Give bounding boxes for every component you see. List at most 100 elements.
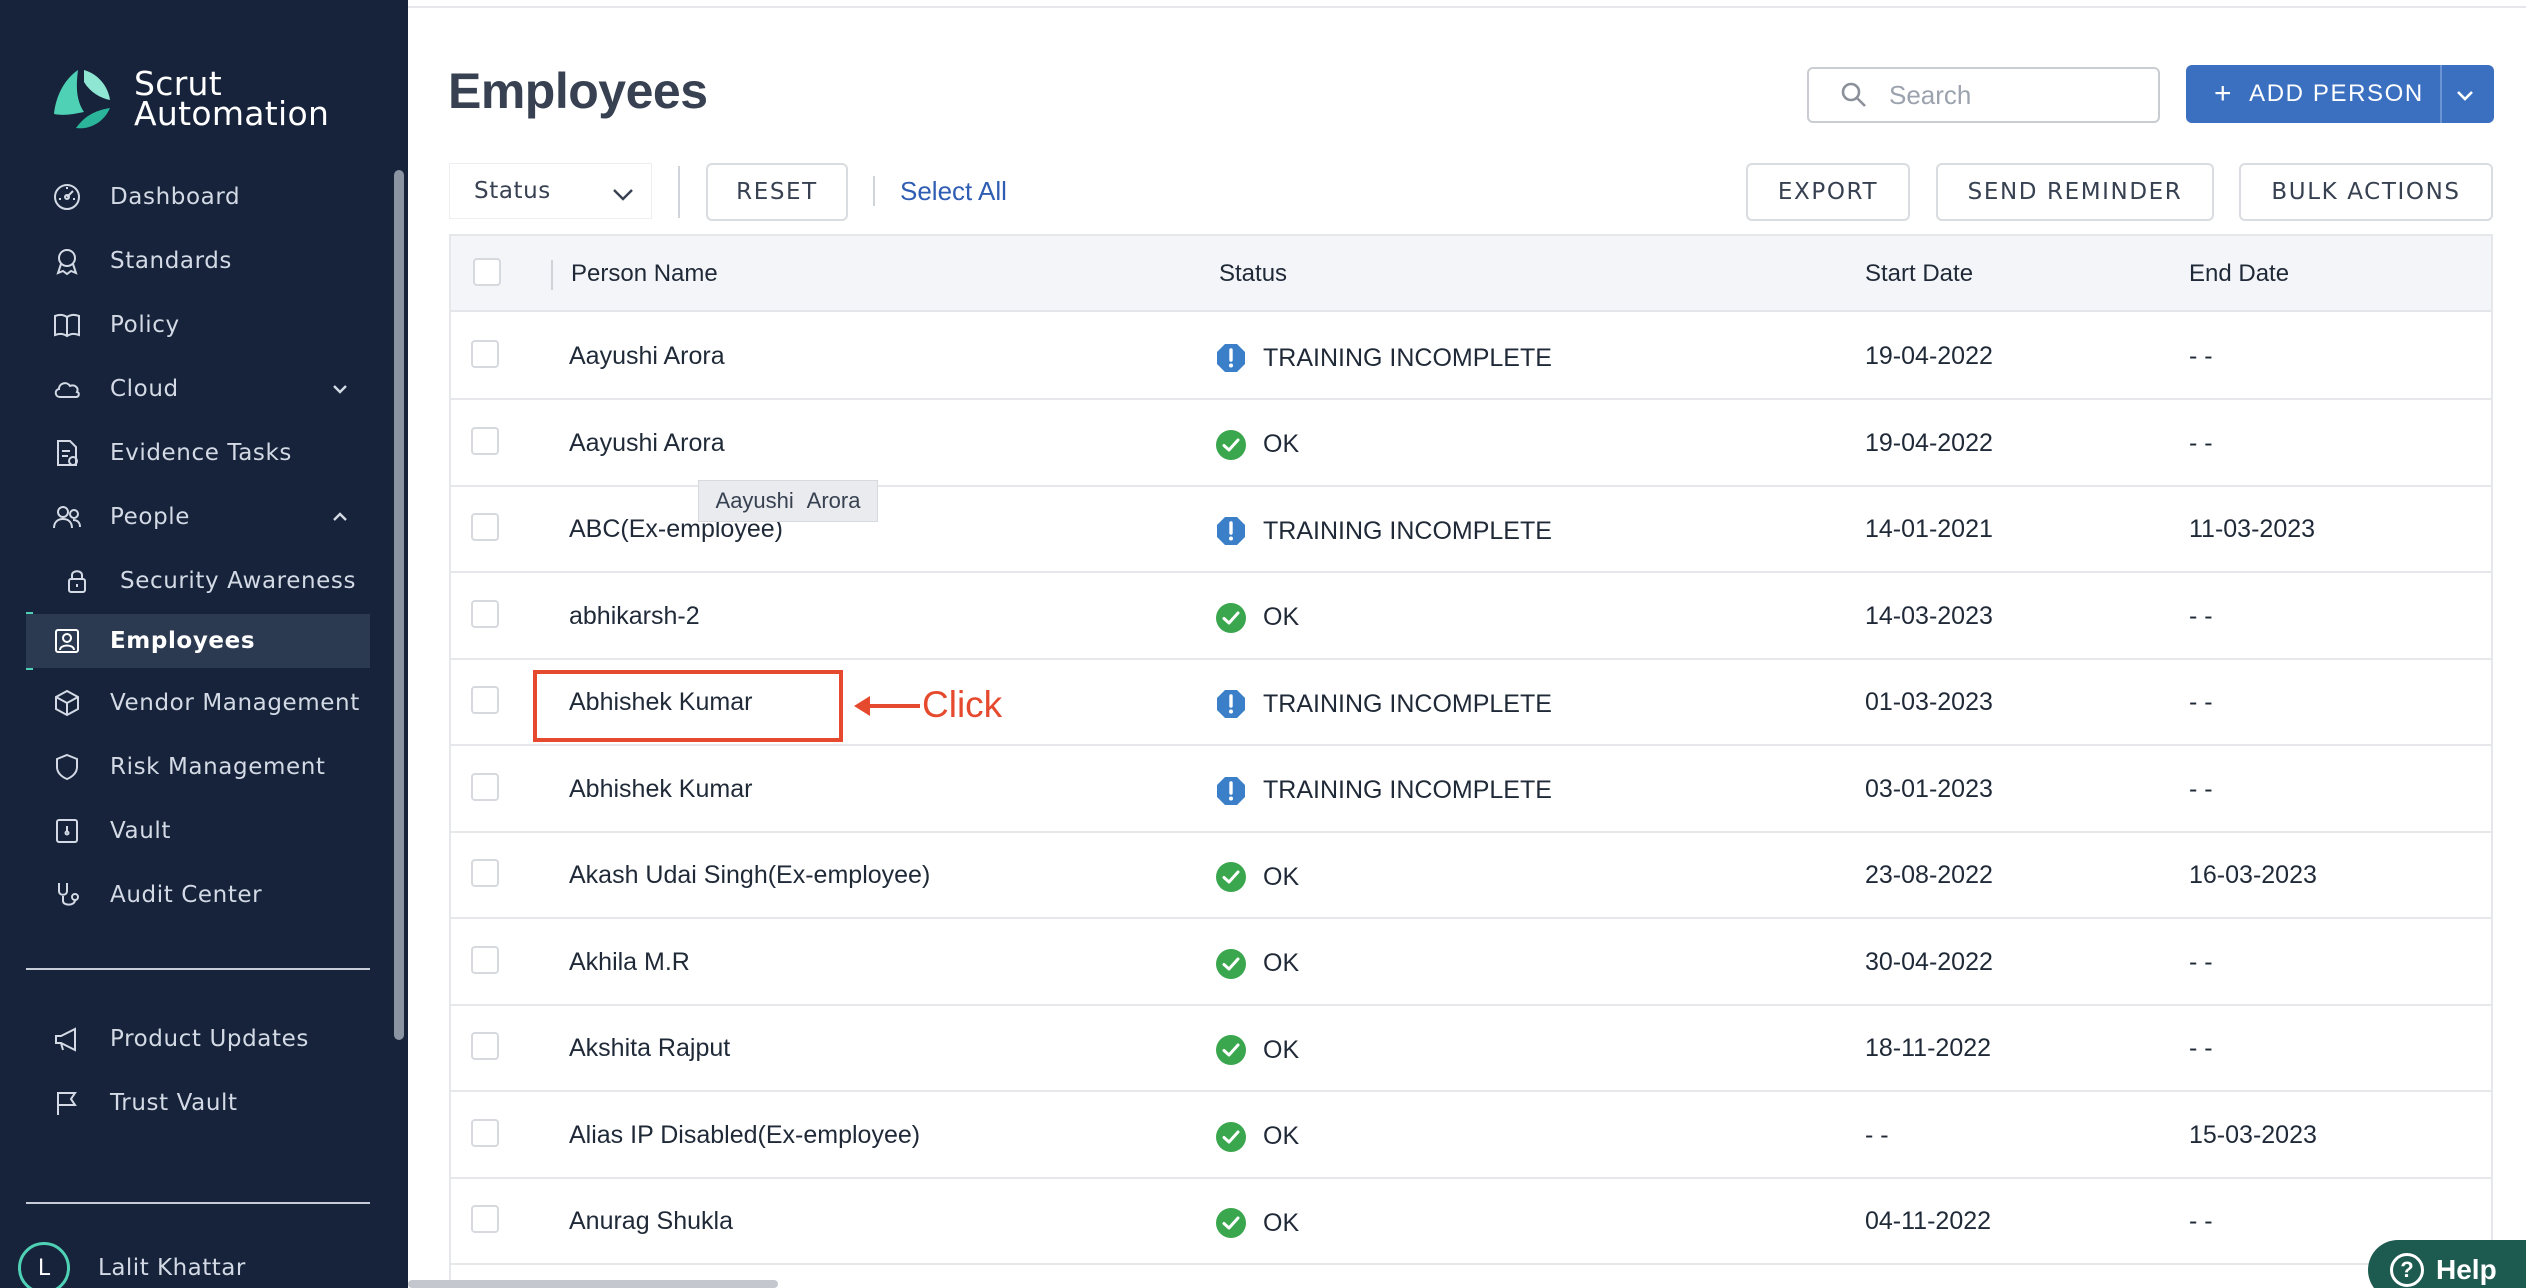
- sidebar-scrollbar[interactable]: [394, 170, 404, 1040]
- status-cell: OK: [1215, 602, 1299, 634]
- status-cell: TRAINING INCOMPLETE: [1215, 688, 1552, 720]
- bulk-actions-button[interactable]: BULK ACTIONS: [2239, 163, 2493, 221]
- person-name[interactable]: abhikarsh-2: [569, 602, 700, 631]
- row-checkbox[interactable]: [471, 513, 499, 541]
- status-text: TRAINING INCOMPLETE: [1263, 343, 1552, 372]
- help-button[interactable]: ? Help: [2368, 1240, 2526, 1288]
- export-button[interactable]: EXPORT: [1746, 163, 1910, 221]
- status-cell: TRAINING INCOMPLETE: [1215, 342, 1552, 374]
- sidebar-item-standards[interactable]: Standards: [26, 234, 370, 288]
- select-all-checkbox[interactable]: [473, 258, 501, 286]
- dashboard-icon: [50, 180, 84, 214]
- sidebar-item-label: Product Updates: [110, 1026, 309, 1052]
- check-circle-icon: [1215, 948, 1247, 980]
- status-cell: OK: [1215, 429, 1299, 461]
- megaphone-icon: [50, 1022, 84, 1056]
- search-box[interactable]: [1807, 67, 2160, 123]
- table-row[interactable]: Abhishek Kumar TRAINING INCOMPLETE 03-01-2…: [451, 747, 2491, 833]
- sidebar-divider: [26, 1202, 370, 1204]
- chevron-down-icon[interactable]: [330, 379, 350, 399]
- sidebar-item-vendor-management[interactable]: Vendor Management: [26, 676, 370, 730]
- alert-octagon-icon: [1215, 688, 1247, 720]
- person-name[interactable]: Aayushi Arora: [569, 429, 725, 458]
- sidebar-item-trust-vault[interactable]: Trust Vault: [26, 1076, 370, 1130]
- person-badge-icon: [50, 624, 84, 658]
- status-text: OK: [1263, 1035, 1300, 1064]
- header-start-date[interactable]: Start Date: [1865, 260, 1973, 288]
- end-date: - -: [2189, 947, 2213, 976]
- person-name[interactable]: Anurag Shukla: [569, 1207, 733, 1236]
- row-checkbox[interactable]: [471, 945, 499, 974]
- chevron-down-icon[interactable]: [2454, 84, 2476, 106]
- top-border: [408, 6, 2526, 8]
- person-name[interactable]: Akash Udai Singh(Ex-employee): [569, 861, 930, 890]
- name-tooltip: Aayushi Arora: [698, 480, 878, 522]
- status-text: OK: [1263, 1208, 1300, 1237]
- row-checkbox[interactable]: [471, 772, 499, 801]
- end-date: - -: [2189, 1207, 2213, 1235]
- status-text: TRAINING INCOMPLETE: [1263, 776, 1552, 804]
- start-date: 03-01-2023: [1865, 774, 1993, 803]
- person-name[interactable]: Aayushi Arora: [569, 342, 725, 371]
- sidebar-item-vault[interactable]: Vault: [26, 804, 370, 858]
- sidebar-divider: [26, 968, 370, 970]
- row-checkbox[interactable]: [471, 1118, 499, 1147]
- sidebar-item-employees[interactable]: Employees: [26, 614, 370, 668]
- table-row[interactable]: abhikarsh-2 OK 14-03-2023 - -: [451, 574, 2491, 660]
- row-checkbox[interactable]: [471, 1032, 499, 1060]
- user-profile[interactable]: L Lalit Khattar: [18, 1242, 246, 1288]
- sidebar-item-dashboard[interactable]: Dashboard: [26, 170, 370, 224]
- start-date: 19-04-2022: [1865, 342, 1993, 370]
- row-checkbox[interactable]: [471, 1205, 499, 1233]
- sidebar-item-people[interactable]: People: [26, 490, 370, 544]
- brand-logo[interactable]: Scrut Automation: [46, 64, 329, 134]
- scrut-logo-icon: [54, 70, 110, 129]
- person-name[interactable]: Alias IP Disabled(Ex-employee): [569, 1121, 920, 1150]
- book-icon: [50, 308, 84, 342]
- search-input[interactable]: [1889, 79, 2129, 111]
- sidebar-item-risk-management[interactable]: Risk Management: [26, 740, 370, 794]
- header-person-name[interactable]: Person Name: [571, 260, 718, 288]
- table-row[interactable]: Aayushi Arora OK 19-04-2022 - -: [451, 401, 2491, 487]
- status-filter-select[interactable]: Status: [449, 163, 652, 219]
- check-circle-icon: [1215, 1034, 1247, 1066]
- row-checkbox[interactable]: [471, 340, 499, 368]
- row-checkbox[interactable]: [471, 426, 499, 455]
- table-row[interactable]: Akshita Rajput OK 18-11-2022 - -: [451, 1006, 2491, 1092]
- table-row[interactable]: Aayushi Arora TRAINING INCOMPLETE 19-04-20…: [451, 314, 2491, 400]
- sidebar-item-label: Trust Vault: [110, 1090, 238, 1116]
- header-status[interactable]: Status: [1219, 260, 1287, 288]
- header-end-date[interactable]: End Date: [2189, 260, 2289, 288]
- person-name[interactable]: Akshita Rajput: [569, 1034, 730, 1063]
- document-icon: [50, 436, 84, 470]
- table-row[interactable]: Alias IP Disabled(Ex-employee) OK - - 15-03…: [451, 1093, 2491, 1179]
- table-row[interactable]: Akash Udai Singh(Ex-employee) OK 23-08-202…: [451, 833, 2491, 919]
- lock-icon: [60, 564, 94, 598]
- chevron-up-icon[interactable]: [330, 507, 350, 527]
- select-all-link[interactable]: Select All: [900, 176, 1007, 207]
- person-name[interactable]: Akhila M.R: [569, 948, 690, 977]
- end-date: - -: [2189, 601, 2213, 630]
- sidebar-item-evidence-tasks[interactable]: Evidence Tasks: [26, 426, 370, 480]
- send-reminder-button[interactable]: SEND REMINDER: [1936, 163, 2214, 221]
- chevron-down-icon: [609, 180, 637, 208]
- sidebar-item-policy[interactable]: Policy: [26, 298, 370, 352]
- table-row[interactable]: Anurag Shukla OK 04-11-2022 - -: [451, 1179, 2491, 1265]
- sidebar-item-cloud[interactable]: Cloud: [26, 362, 370, 416]
- sidebar-item-product-updates[interactable]: Product Updates: [26, 1012, 370, 1066]
- table-row[interactable]: Akhila M.R OK 30-04-2022 - -: [451, 920, 2491, 1006]
- box-icon: [50, 686, 84, 720]
- add-person-button[interactable]: + ADD PERSON: [2186, 65, 2494, 123]
- row-checkbox[interactable]: [471, 859, 499, 887]
- row-checkbox[interactable]: [471, 599, 499, 628]
- plus-icon: +: [2214, 77, 2234, 110]
- sidebar-item-security-awareness[interactable]: Security Awareness: [26, 554, 370, 608]
- reset-button[interactable]: RESET: [706, 163, 848, 221]
- check-circle-icon: [1215, 861, 1247, 893]
- status-text: OK: [1263, 862, 1300, 891]
- person-name[interactable]: Abhishek Kumar: [569, 775, 752, 804]
- horizontal-scrollbar[interactable]: [408, 1280, 778, 1288]
- row-checkbox[interactable]: [471, 686, 499, 714]
- sidebar-item-label: Vault: [110, 818, 172, 844]
- sidebar-item-audit-center[interactable]: Audit Center: [26, 868, 370, 922]
